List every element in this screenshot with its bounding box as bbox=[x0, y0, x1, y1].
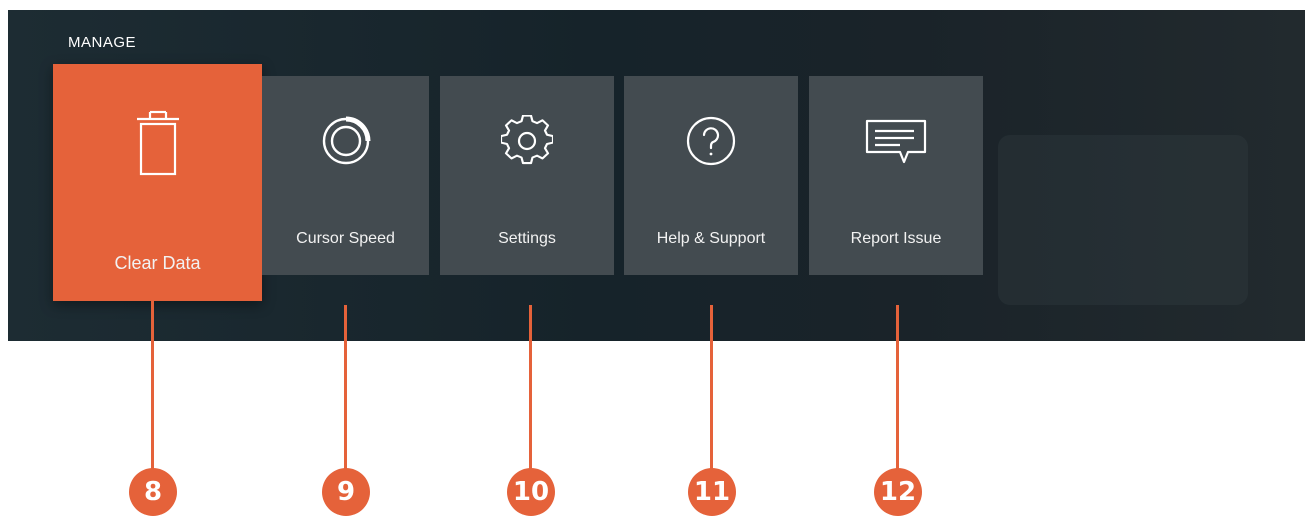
callout-badge-10: 10 bbox=[507, 468, 555, 516]
callout-line-9 bbox=[344, 305, 347, 480]
clear-data-label: Clear Data bbox=[114, 253, 201, 273]
callout-badge-12: 12 bbox=[874, 468, 922, 516]
help-support-label: Help & Support bbox=[656, 230, 766, 247]
help-support-tile[interactable]: Help & Support bbox=[624, 76, 798, 275]
trash-icon bbox=[133, 106, 183, 183]
clear-data-tile[interactable]: Clear Data bbox=[53, 64, 262, 301]
callout-line-10 bbox=[529, 305, 532, 480]
callout-badge-8: 8 bbox=[129, 468, 177, 516]
callout-line-12 bbox=[896, 305, 899, 480]
callout-line-8 bbox=[151, 300, 154, 480]
gear-icon bbox=[499, 114, 555, 172]
callout-badge-9: 9 bbox=[322, 468, 370, 516]
cursor-speed-label: Cursor Speed bbox=[296, 230, 395, 247]
callout-line-11 bbox=[710, 305, 713, 480]
message-icon bbox=[864, 118, 928, 173]
cursor-speed-tile[interactable]: Cursor Speed bbox=[262, 76, 429, 275]
section-title: MANAGE bbox=[68, 34, 137, 51]
speed-dial-icon bbox=[320, 115, 372, 172]
callout-badge-11: 11 bbox=[688, 468, 736, 516]
settings-tile[interactable]: Settings bbox=[440, 76, 614, 275]
report-issue-label: Report Issue bbox=[850, 230, 942, 247]
report-issue-tile[interactable]: Report Issue bbox=[809, 76, 983, 275]
help-icon bbox=[685, 115, 737, 172]
screen: MANAGE Clear Data Cursor Speed Settings … bbox=[8, 10, 1305, 341]
settings-label: Settings bbox=[498, 230, 556, 247]
background-card bbox=[998, 135, 1248, 305]
